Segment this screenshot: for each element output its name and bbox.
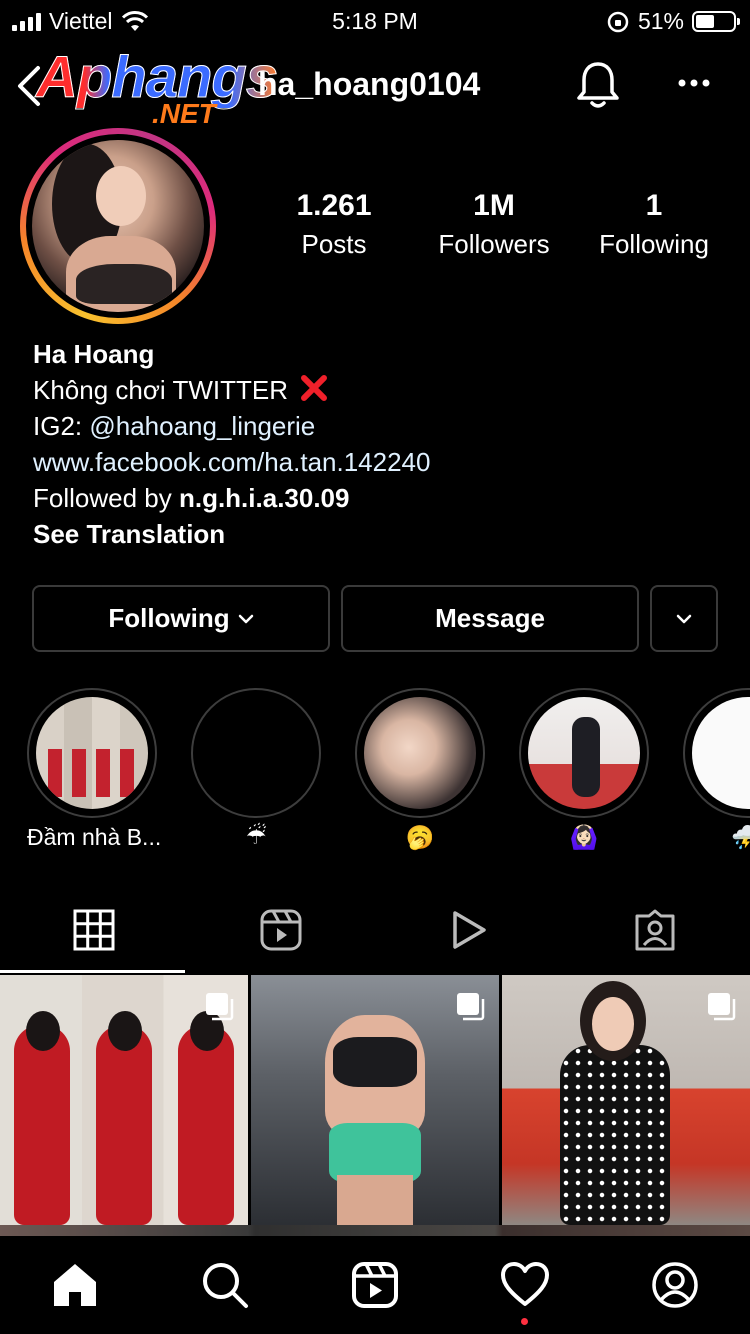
profile-tabs: [0, 888, 750, 973]
following-label: Following: [599, 229, 709, 259]
highlight-thumbnail: [36, 697, 148, 809]
story-highlights: Đầm nhà B... ☔ 🥱 🙆🏻‍♀️ ⛈️: [0, 688, 750, 868]
message-button-label: Message: [435, 603, 545, 633]
search-icon: [203, 1263, 248, 1308]
play-icon: [452, 911, 486, 949]
bio-ig2-line: IG2: @hahoang_lingerie: [33, 408, 430, 444]
home-icon: [54, 1264, 96, 1306]
message-button[interactable]: Message: [341, 585, 639, 652]
stat-posts[interactable]: 1.261 Posts: [254, 188, 414, 264]
post-thumbnail[interactable]: [0, 975, 248, 1227]
ig2-mention-link[interactable]: @hahoang_lingerie: [89, 411, 315, 441]
following-button[interactable]: Following: [32, 585, 330, 652]
nav-reels[interactable]: [350, 1260, 400, 1310]
following-button-label: Following: [108, 603, 230, 633]
battery-icon: [692, 11, 740, 32]
notification-dot: [521, 1318, 528, 1325]
tab-reels[interactable]: [187, 888, 374, 972]
highlight-thumbnail: [692, 697, 750, 809]
chevron-down-icon: [238, 614, 253, 623]
highlight-ring: [191, 688, 321, 818]
ig2-prefix: IG2:: [33, 411, 90, 441]
followed-by-line[interactable]: Followed by n.g.h.i.a.30.09: [33, 480, 430, 516]
watermark-suffix: .NET: [152, 98, 216, 129]
followed-by-user[interactable]: n.g.h.i.a.30.09: [179, 483, 350, 513]
nav-search[interactable]: [200, 1260, 250, 1310]
stat-following[interactable]: 1 Following: [574, 188, 734, 264]
highlight-thumbnail: [528, 697, 640, 809]
display-name: Ha Hoang: [33, 339, 155, 369]
highlight-item[interactable]: ☔: [191, 688, 321, 850]
red-cross-icon: [301, 375, 328, 401]
more-options-icon[interactable]: [678, 78, 710, 88]
highlight-ring: [519, 688, 649, 818]
multiple-photos-icon: [206, 993, 234, 1021]
tab-tagged[interactable]: [561, 888, 748, 972]
battery-fill: [696, 15, 715, 28]
posts-grid: [0, 975, 750, 1235]
highlight-ring: [355, 688, 485, 818]
profile-icon: [652, 1262, 698, 1308]
nav-activity[interactable]: [500, 1260, 550, 1310]
highlight-ring: [27, 688, 157, 818]
suggested-accounts-button[interactable]: [650, 585, 718, 652]
status-right: 51%: [606, 8, 740, 35]
highlight-thumbnail: [364, 697, 476, 809]
battery-percent: 51%: [637, 8, 684, 34]
profile-bio: Ha Hoang Không chơi TWITTER IG2: @hahoan…: [33, 336, 430, 552]
reels-icon: [352, 1262, 398, 1308]
followed-by-prefix: Followed by: [33, 483, 179, 513]
status-bar: Viettel 5:18 PM 51%: [0, 0, 750, 42]
bell-icon[interactable]: [576, 60, 620, 110]
website-link[interactable]: www.facebook.com/ha.tan.142240: [33, 444, 430, 480]
highlight-ring: [683, 688, 750, 818]
see-translation-link[interactable]: See Translation: [33, 516, 430, 552]
highlight-item[interactable]: 🙆🏻‍♀️: [519, 688, 649, 851]
highlight-caption: Đầm nhà B...: [27, 824, 162, 850]
highlight-item[interactable]: Đầm nhà B...: [27, 688, 162, 851]
followers-label: Followers: [438, 229, 550, 259]
profile-header: Aphangs .NET ha_hoang0104: [0, 47, 750, 128]
highlight-thumbnail: [200, 697, 312, 809]
multiple-photos-icon: [708, 993, 736, 1021]
chevron-down-icon: [676, 614, 692, 623]
heart-icon: [501, 1262, 549, 1306]
bottom-nav: [0, 1236, 750, 1334]
post-thumbnail[interactable]: [251, 975, 499, 1227]
following-count: 1: [645, 189, 663, 222]
active-tab-indicator: [0, 970, 185, 973]
highlight-caption: ⛈️: [731, 825, 750, 851]
watermark-logo: Aphangs .NET: [35, 47, 278, 128]
nav-home[interactable]: [50, 1260, 100, 1310]
highlight-caption: 🥱: [405, 825, 435, 851]
reels-icon: [260, 909, 301, 951]
profile-avatar[interactable]: [32, 140, 204, 312]
orientation-lock-icon: [607, 11, 629, 32]
bio-line: Không chơi TWITTER: [33, 372, 430, 408]
highlight-caption: 🙆🏻‍♀️: [569, 825, 599, 851]
grid-icon: [73, 909, 114, 951]
bio-text: Không chơi TWITTER: [33, 375, 288, 405]
highlight-caption: ☔: [245, 824, 267, 850]
highlight-item[interactable]: 🥱: [355, 688, 485, 851]
posts-label: Posts: [301, 229, 367, 259]
tab-videos[interactable]: [374, 888, 561, 972]
nav-profile[interactable]: [650, 1260, 700, 1310]
stat-followers[interactable]: 1M Followers: [414, 188, 574, 264]
tagged-icon: [635, 909, 674, 951]
multiple-photos-icon: [457, 993, 485, 1021]
posts-count: 1.261: [296, 189, 372, 222]
tab-grid[interactable]: [0, 888, 187, 972]
highlight-item[interactable]: ⛈️: [683, 688, 750, 851]
followers-count: 1M: [473, 189, 515, 222]
post-thumbnail[interactable]: [502, 975, 750, 1227]
username-title: ha_hoang0104: [258, 66, 481, 102]
